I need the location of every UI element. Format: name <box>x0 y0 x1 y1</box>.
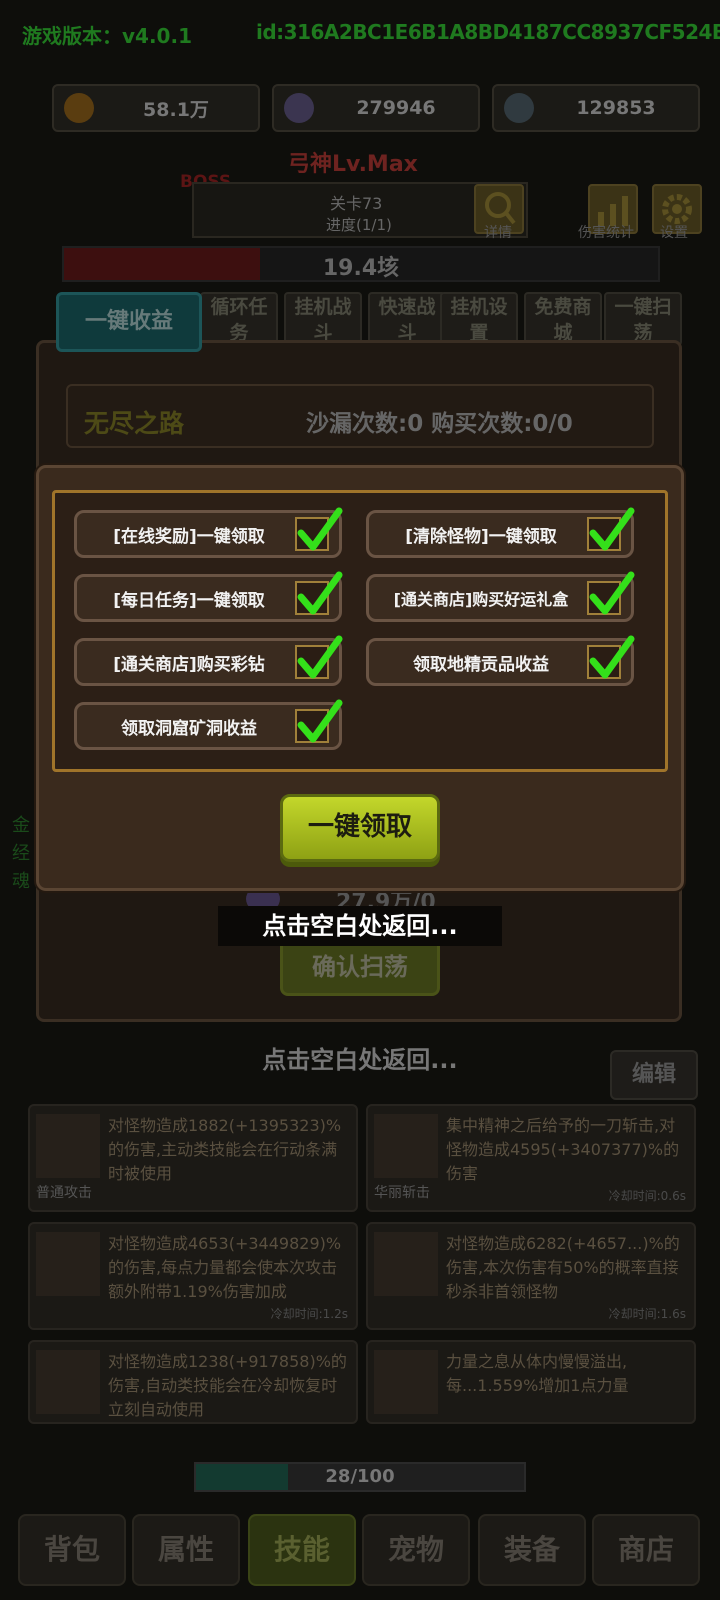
option-label: [通关商店]购买好运礼盒 <box>393 590 569 609</box>
boss-hp-text: 19.4垓 <box>322 256 400 281</box>
nav-shop[interactable]: 商店 <box>592 1514 700 1586</box>
skill-cooldown: 冷却时间:1.6s <box>608 1307 686 1321</box>
option-label: [在线奖励]一键领取 <box>113 526 265 547</box>
resource-value: 58.1万 <box>143 98 209 121</box>
skill-cooldown: 冷却时间:1.2s <box>270 1307 348 1321</box>
tab-one-key-sweep[interactable]: 一键扫荡 <box>604 292 682 346</box>
skill-card[interactable]: 华丽斩击 集中精神之后给予的一刀斩击,对怪物造成4595(+3407377)%的… <box>366 1104 696 1212</box>
one-key-claim-button[interactable]: 一键领取 <box>280 794 440 862</box>
option-label: 领取地精贡品收益 <box>413 654 549 675</box>
option-checkbox[interactable] <box>587 507 635 551</box>
confirm-sweep-button[interactable]: 确认扫荡 <box>280 938 440 996</box>
tab-free-shop[interactable]: 免费商城 <box>524 292 602 346</box>
option-checkbox[interactable] <box>295 699 343 743</box>
skill-desc: 对怪物造成4653(+3449829)%的伤害,每点力量都会使本次攻击额外附带1… <box>108 1234 342 1301</box>
skill-card[interactable]: 对怪物造成1238(+917858)%的伤害,自动类技能会在冷却恢复时立刻自动使… <box>28 1340 358 1424</box>
gold-coin-icon <box>64 93 94 123</box>
option-checkbox[interactable] <box>295 571 343 615</box>
tab-loop-task[interactable]: 循环任务 <box>200 292 278 346</box>
detail-label: 详情 <box>484 225 512 241</box>
skill-points-text: 28/100 <box>325 1466 395 1487</box>
option-online-reward[interactable]: [在线奖励]一键领取 <box>74 507 343 558</box>
side-text: 金经魂 <box>12 815 30 892</box>
version-text: 游戏版本：v4.0.1 <box>22 24 192 48</box>
tab-quick-battle[interactable]: 快速战斗 <box>368 292 446 346</box>
back-hint-inner: 点击空白处返回... <box>218 906 502 946</box>
option-daily-tasks[interactable]: [每日任务]一键领取 <box>74 571 343 622</box>
option-checkbox[interactable] <box>587 635 635 679</box>
skill-cooldown: 冷却时间:0.6s <box>608 1189 686 1203</box>
resource-value: 279946 <box>356 97 436 119</box>
endless-counts: 沙漏次数:0 购买次数:0/0 <box>306 411 573 437</box>
option-lucky-box[interactable]: [通关商店]购买好运礼盒 <box>366 571 635 622</box>
resource-value: 129853 <box>576 97 656 119</box>
skill-desc: 对怪物造成6282(+4657...)%的伤害,本次伤害有50%的概率直接秒杀非… <box>446 1234 680 1301</box>
checkmark-icon <box>297 699 343 743</box>
player-id-text: id:316A2BC1E6B1A8BD4187CC8937CF524B <box>256 20 720 44</box>
checkmark-icon <box>297 507 343 551</box>
skill-thumb <box>374 1114 438 1178</box>
resource-gold: 58.1万 <box>52 84 260 132</box>
skill-thumb <box>36 1350 100 1414</box>
boss-title: 弓神Lv.Max <box>288 152 418 177</box>
scroll-icon <box>504 93 534 123</box>
skill-thumb <box>374 1232 438 1296</box>
skill-card[interactable]: 力量之息从体内慢慢溢出,每...1.559%增加1点力量 <box>366 1340 696 1424</box>
skill-desc: 力量之息从体内慢慢溢出,每...1.559%增加1点力量 <box>446 1352 629 1395</box>
nav-equipment[interactable]: 装备 <box>478 1514 586 1586</box>
option-label: [清除怪物]一键领取 <box>405 526 557 547</box>
stage-progress: 进度(1/1) <box>326 216 392 234</box>
skill-name: 普通攻击 <box>36 1185 92 1201</box>
resource-crystal: 279946 <box>272 84 480 132</box>
checkmark-icon <box>297 635 343 679</box>
skill-card[interactable]: 对怪物造成6282(+4657...)%的伤害,本次伤害有50%的概率直接秒杀非… <box>366 1222 696 1330</box>
tab-idle-battle[interactable]: 挂机战斗 <box>284 292 362 346</box>
checkmark-icon <box>589 507 635 551</box>
tab-one-key-income[interactable]: 一键收益 <box>56 292 202 352</box>
resource-scroll: 129853 <box>492 84 700 132</box>
option-label: 领取洞窟矿洞收益 <box>121 718 257 739</box>
nav-skills[interactable]: 技能 <box>248 1514 356 1586</box>
nav-pets[interactable]: 宠物 <box>362 1514 470 1586</box>
skill-card[interactable]: 对怪物造成4653(+3449829)%的伤害,每点力量都会使本次攻击额外附带1… <box>28 1222 358 1330</box>
option-label: [通关商店]购买彩钻 <box>113 654 265 675</box>
option-buy-diamond[interactable]: [通关商店]购买彩钻 <box>74 635 343 686</box>
skill-card[interactable]: 普通攻击 对怪物造成1882(+1395323)%的伤害,主动类技能会在行动条满… <box>28 1104 358 1212</box>
back-hint-outer: 点击空白处返回... <box>262 1046 458 1074</box>
skill-thumb <box>374 1350 438 1414</box>
option-checkbox[interactable] <box>295 635 343 679</box>
nav-bag[interactable]: 背包 <box>18 1514 126 1586</box>
option-cave-mine[interactable]: 领取洞窟矿洞收益 <box>74 699 343 750</box>
skill-thumb <box>36 1114 100 1178</box>
crystal-icon <box>284 93 314 123</box>
option-clear-monsters[interactable]: [清除怪物]一键领取 <box>366 507 635 558</box>
skill-thumb <box>36 1232 100 1296</box>
stage-name: 关卡73 <box>330 194 383 213</box>
checkmark-icon <box>589 571 635 615</box>
damage-stats-label: 伤害统计 <box>578 225 634 241</box>
option-label: [每日任务]一键领取 <box>113 590 265 611</box>
skill-desc: 集中精神之后给予的一刀斩击,对怪物造成4595(+3407377)%的伤害 <box>446 1116 680 1183</box>
checkmark-icon <box>589 635 635 679</box>
skill-desc: 对怪物造成1882(+1395323)%的伤害,主动类技能会在行动条满时被使用 <box>108 1116 342 1183</box>
tab-idle-settings[interactable]: 挂机设置 <box>440 292 518 346</box>
nav-attributes[interactable]: 属性 <box>132 1514 240 1586</box>
skill-name: 华丽斩击 <box>374 1185 430 1201</box>
skill-desc: 对怪物造成1238(+917858)%的伤害,自动类技能会在冷却恢复时立刻自动使… <box>108 1352 347 1419</box>
checkmark-icon <box>297 571 343 615</box>
option-goblin-tribute[interactable]: 领取地精贡品收益 <box>366 635 635 686</box>
option-checkbox[interactable] <box>587 571 635 615</box>
option-checkbox[interactable] <box>295 507 343 551</box>
edit-button[interactable]: 编辑 <box>610 1050 698 1100</box>
settings-label: 设置 <box>660 225 688 241</box>
endless-title: 无尽之路 <box>84 409 185 438</box>
